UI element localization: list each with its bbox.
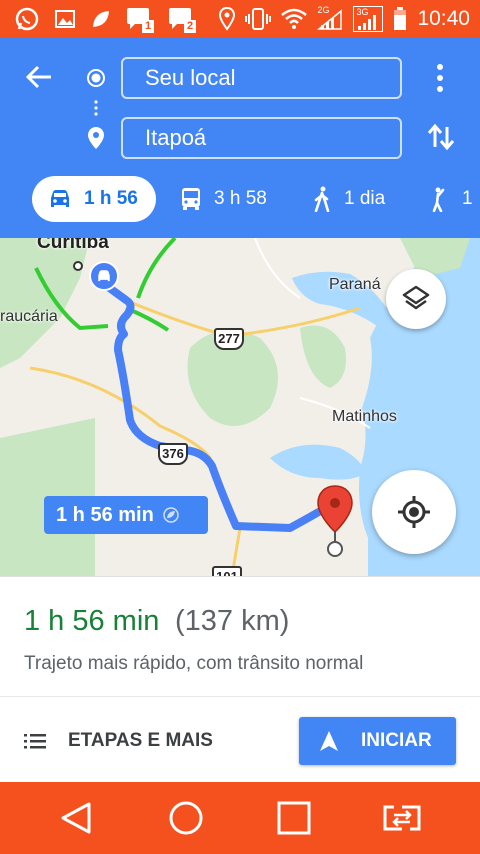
network-type-label: 2G	[317, 5, 330, 15]
message-notification-icon: 1	[126, 7, 154, 33]
summary-description: Trajeto mais rápido, com trânsito normal	[24, 653, 364, 674]
route-duration-bubble[interactable]: 1 h 56 min	[44, 496, 208, 534]
gallery-icon	[55, 10, 75, 28]
route-duration-label: 1 h 56 min	[56, 503, 154, 526]
message-notification-icon: 2	[168, 7, 196, 33]
origin-field[interactable]: Seu local	[121, 57, 402, 99]
tab-car-label: 1 h 56	[84, 188, 138, 209]
battery-icon	[394, 7, 407, 30]
origin-dot-icon	[87, 69, 105, 87]
map-label-paranagua: Paraná	[329, 276, 381, 293]
layers-icon	[402, 285, 430, 310]
more-options-button[interactable]	[430, 62, 450, 94]
my-location-button[interactable]	[372, 470, 456, 554]
car-icon	[51, 190, 69, 207]
route-dots-icon	[94, 100, 98, 116]
eco-leaf-icon	[163, 507, 179, 523]
destination-pin-icon	[88, 127, 104, 149]
summary-distance: (137 km)	[175, 605, 290, 637]
map-label-matinhos: Matinhos	[332, 408, 397, 425]
navigation-arrow-icon	[320, 731, 338, 751]
hail-icon	[432, 187, 445, 212]
route-map[interactable]: Curitiba raucária Paraná Matinhos 277 37…	[0, 238, 480, 576]
swap-vert-icon	[427, 123, 455, 151]
circle-home-icon	[169, 801, 203, 835]
bay-area	[270, 444, 366, 480]
my-location-icon	[398, 496, 430, 528]
signal-icon: 3G	[353, 6, 384, 32]
map-label-araucaria: raucária	[0, 308, 58, 325]
map-layers-button[interactable]	[386, 269, 446, 329]
tab-transit-label: 3 h 58	[214, 188, 267, 209]
highway-shield-277: 277	[214, 328, 244, 350]
leaf-icon	[93, 11, 109, 27]
switch-apps-icon	[383, 805, 421, 831]
swap-button[interactable]	[426, 122, 456, 152]
bus-icon	[182, 188, 200, 210]
tab-ride-label: 1	[462, 188, 473, 209]
tab-ride[interactable]: 1	[428, 176, 473, 222]
start-label: INICIAR	[361, 730, 432, 751]
square-recents-icon	[277, 801, 311, 835]
start-navigation-button[interactable]: INICIAR	[299, 717, 456, 765]
action-bar: ETAPAS E MAIS INICIAR	[0, 696, 480, 782]
car-icon	[98, 270, 110, 282]
signal-icon: 2G	[317, 5, 343, 31]
more-vert-icon	[437, 64, 443, 92]
location-icon	[219, 7, 236, 31]
nav-switch-button[interactable]	[382, 798, 422, 838]
nav-home-button[interactable]	[166, 798, 206, 838]
traffic-segment	[136, 238, 177, 299]
curitiba-marker	[73, 261, 83, 271]
walking-icon	[314, 186, 330, 212]
destination-field[interactable]: Itapoá	[121, 117, 402, 159]
tab-transit[interactable]: 3 h 58	[180, 176, 267, 222]
map-label-curitiba: Curitiba	[37, 238, 109, 253]
park-area	[300, 325, 346, 388]
road	[254, 238, 301, 299]
travel-mode-tabs: 1 h 56 3 h 58 1 dia 1	[0, 174, 480, 224]
vibrate-icon	[245, 8, 272, 30]
park-area	[0, 238, 90, 368]
tab-car[interactable]: 1 h 56	[32, 176, 156, 222]
tab-walk-label: 1 dia	[344, 188, 386, 209]
status-bar: 1 2 2G 3G 10:40	[0, 0, 480, 38]
notification-badge: 2	[184, 20, 196, 33]
list-icon	[24, 734, 46, 749]
back-button[interactable]	[24, 62, 54, 92]
tab-walk[interactable]: 1 dia	[312, 176, 385, 222]
route-summary[interactable]: 1 h 56 min (137 km) Trajeto mais rápido,…	[0, 576, 480, 696]
system-nav-bar	[0, 782, 480, 854]
directions-panel: Seu local Itapoá 1 h 56 3 h 58 1 dia 1	[0, 38, 480, 238]
highway-shield-101: 101	[212, 566, 242, 576]
arrow-back-icon	[25, 65, 51, 89]
whatsapp-icon	[15, 7, 39, 31]
wifi-icon	[281, 8, 308, 29]
summary-time: 1 h 56 min	[24, 605, 160, 637]
notification-badge: 1	[142, 20, 154, 33]
nav-back-button[interactable]	[56, 798, 96, 838]
highway-shield-376: 376	[158, 443, 188, 465]
steps-label: ETAPAS E MAIS	[68, 730, 213, 751]
nav-recents-button[interactable]	[274, 798, 314, 838]
steps-and-more-button[interactable]: ETAPAS E MAIS	[24, 719, 213, 763]
origin-car-marker	[89, 261, 119, 291]
destination-marker-icon	[317, 485, 353, 557]
status-time: 10:40	[417, 7, 470, 30]
triangle-back-icon	[61, 802, 91, 834]
